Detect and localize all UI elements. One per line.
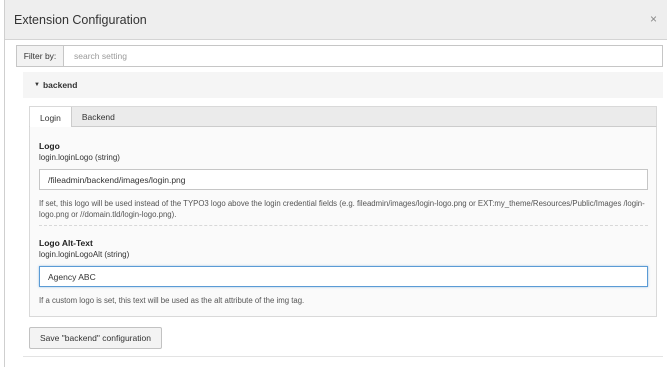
logo-field-key: login.loginLogo (string) <box>39 153 120 162</box>
tab-backend[interactable]: Backend <box>72 107 125 126</box>
logo-field-title: Logo <box>39 141 60 151</box>
caret-down-icon: ▼ <box>34 82 40 88</box>
section-toggle-backend[interactable]: ▼ backend <box>23 72 663 98</box>
login-logo-alt-input[interactable] <box>39 266 648 287</box>
extension-configuration-modal: Extension Configuration × Filter by: ▼ b… <box>4 0 667 367</box>
tab-bar: Login Backend <box>29 106 657 128</box>
logo-alt-field-title: Logo Alt-Text <box>39 238 93 248</box>
tab-panel-login: Logo login.loginLogo (string) If set, th… <box>29 127 657 317</box>
login-logo-input[interactable] <box>39 169 648 190</box>
logo-field-help: If set, this logo will be used instead o… <box>39 199 645 219</box>
logo-alt-field-key: login.loginLogoAlt (string) <box>39 250 130 259</box>
search-setting-input[interactable] <box>64 46 662 66</box>
close-icon[interactable]: × <box>650 13 657 25</box>
save-backend-configuration-button[interactable]: Save "backend" configuration <box>29 327 162 349</box>
modal-title: Extension Configuration <box>14 13 147 27</box>
filter-bar: Filter by: <box>16 45 663 67</box>
logo-alt-field-help: If a custom logo is set, this text will … <box>39 296 305 305</box>
modal-header: Extension Configuration × <box>5 0 667 40</box>
section-title: backend <box>42 80 78 90</box>
tab-login[interactable]: Login <box>30 107 72 128</box>
filter-label: Filter by: <box>17 46 64 66</box>
field-separator <box>39 225 648 226</box>
backend-section: ▼ backend Login Backend Logo login.login… <box>23 72 663 357</box>
